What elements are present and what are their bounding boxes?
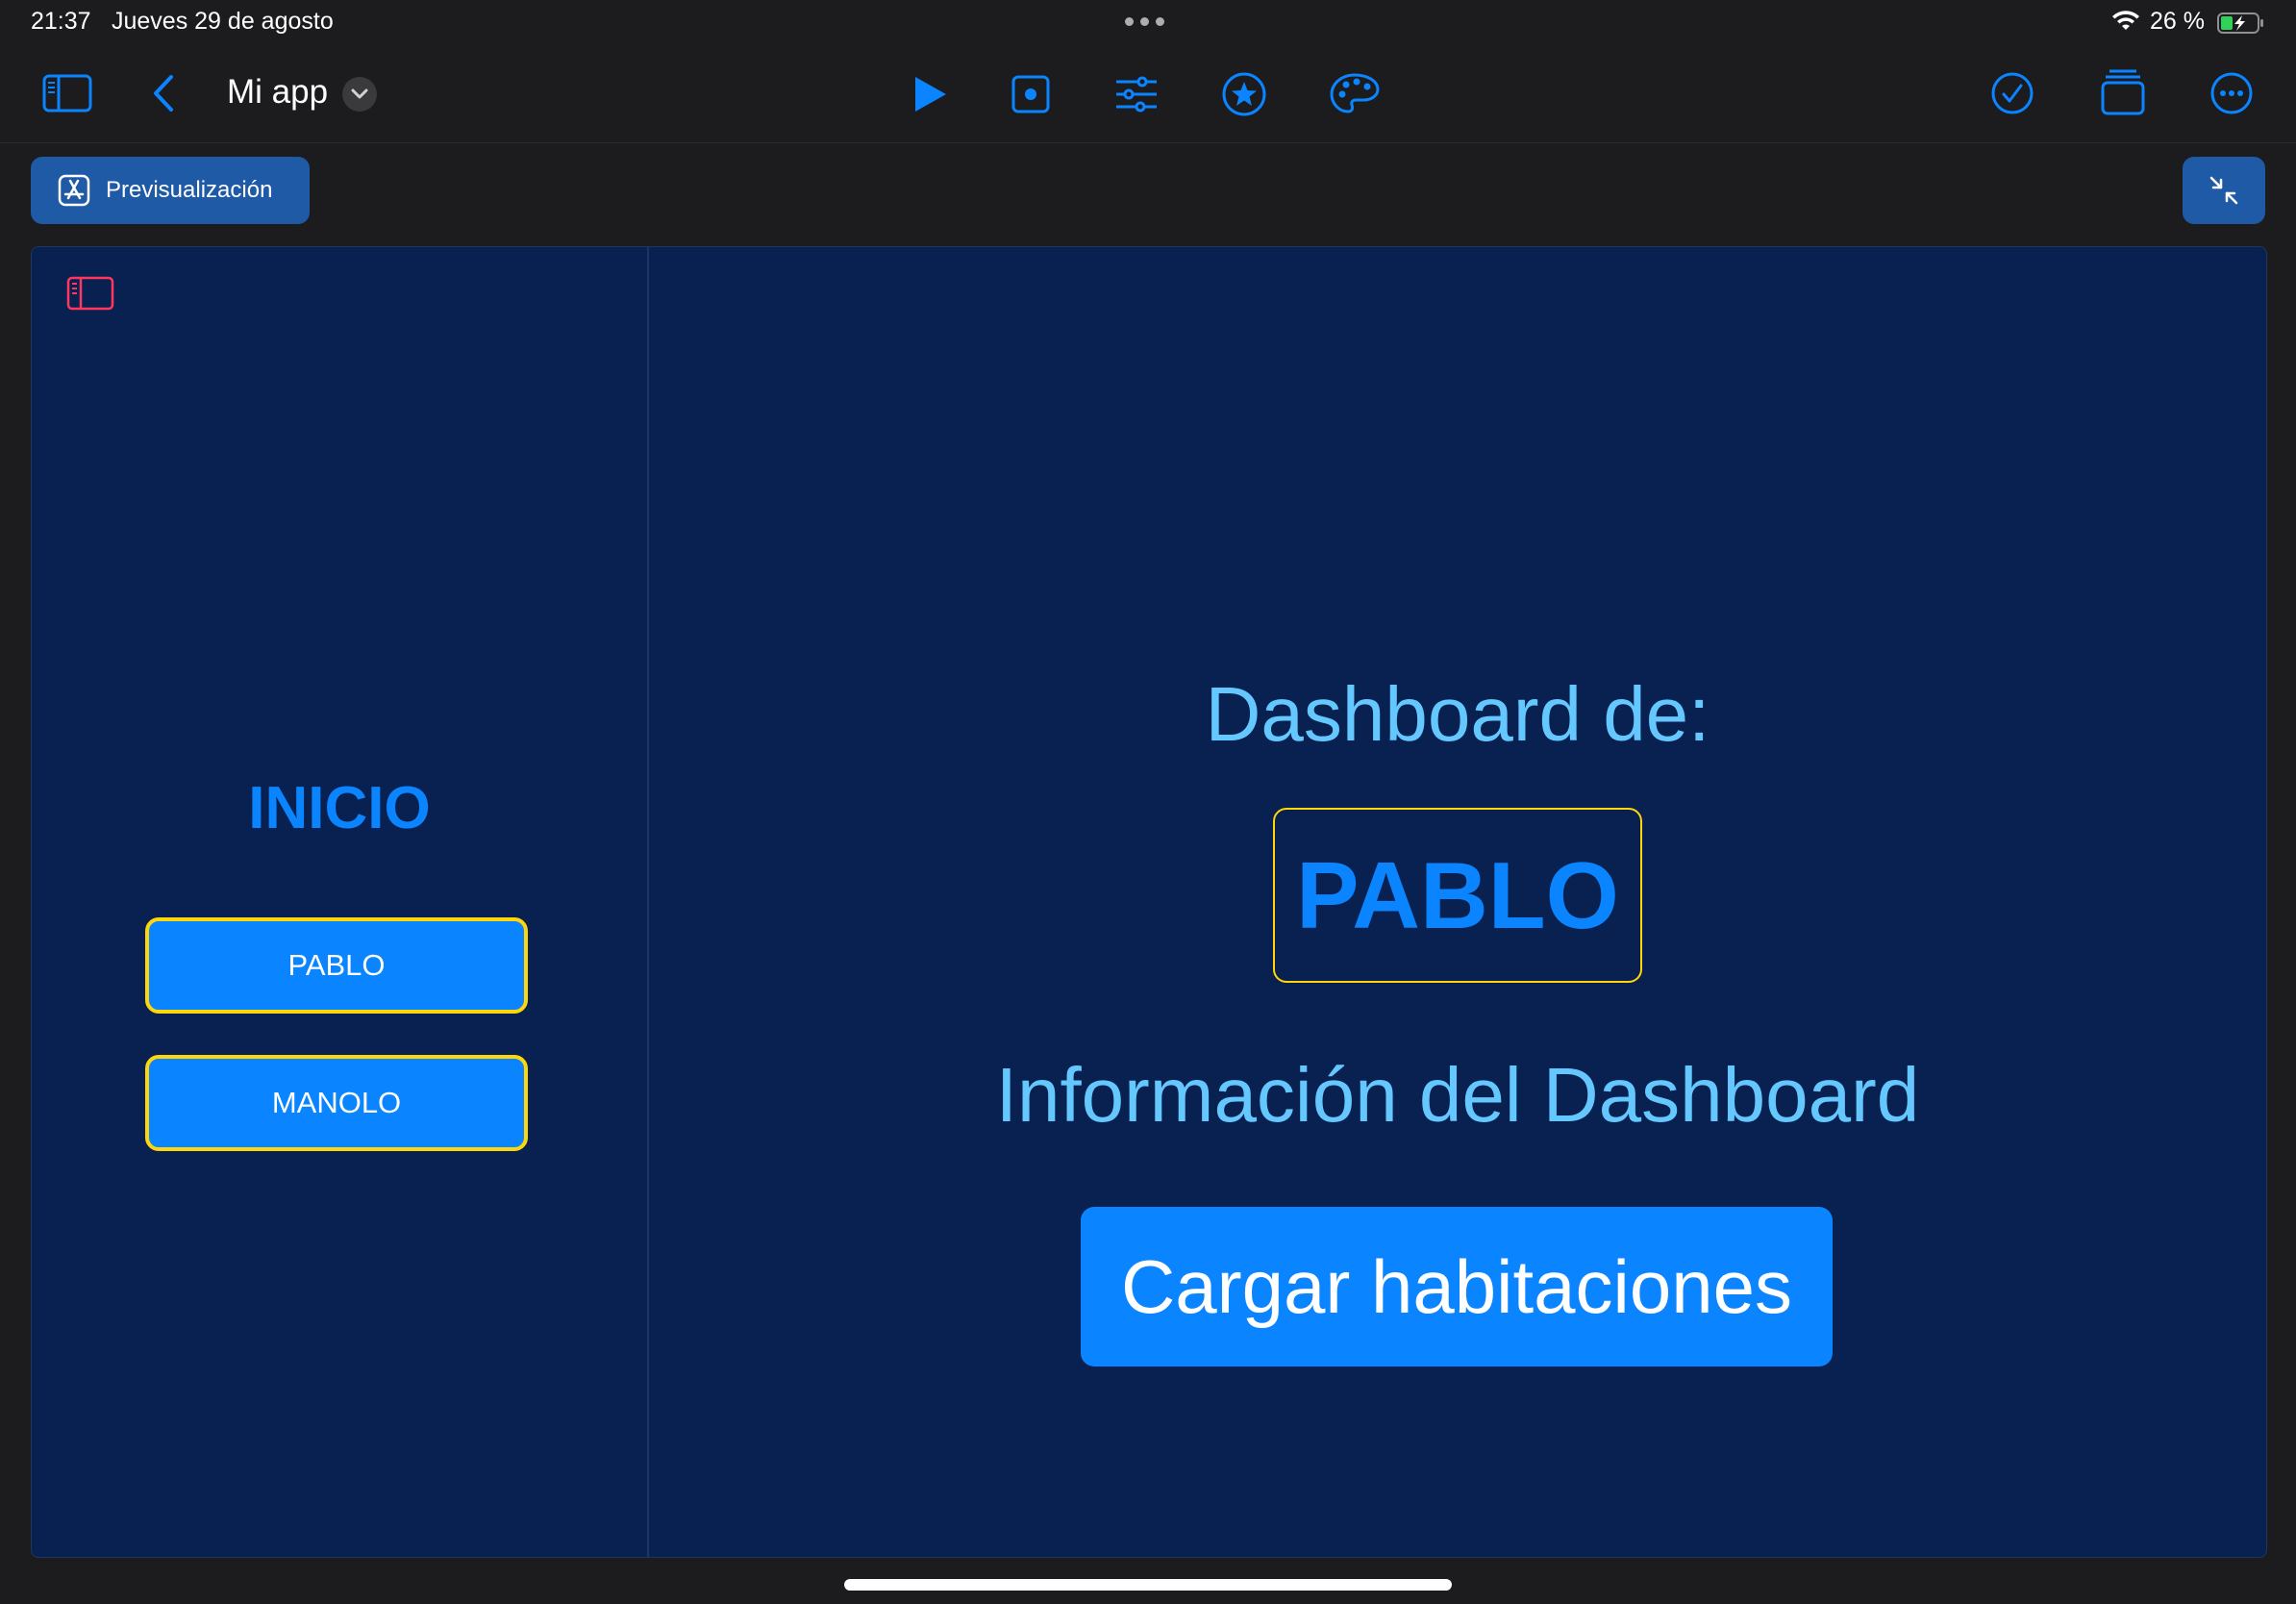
app-title[interactable]: Mi app [227,73,328,112]
collapse-preview-button[interactable] [2183,157,2265,224]
dashboard-detail: Dashboard de: PABLO Información del Dash… [649,247,2266,1557]
sliders-icon[interactable] [1113,73,1160,115]
checkmark-icon[interactable] [1990,71,2034,115]
sidebar-heading: INICIO [248,775,431,841]
dashboard-title: Dashboard de: [1205,671,1710,757]
record-icon[interactable] [1010,73,1052,115]
back-chevron-icon[interactable] [150,73,179,113]
dashboard-info: Información del Dashboard [995,1052,1920,1138]
wifi-icon [2112,11,2139,30]
battery-percent: 26 % [2150,8,2205,35]
home-indicator[interactable] [844,1579,1452,1591]
app-preview-canvas: INICIO PABLO MANOLO Dashboard de: PABLO … [31,246,2267,1558]
selected-user-box: PABLO [1273,808,1642,983]
preview-button[interactable]: Previsualización [31,157,310,224]
preview-label: Previsualización [106,177,273,203]
multitasking-dots-icon[interactable] [1125,17,1164,26]
collapse-arrows-icon [2209,176,2238,205]
status-bar: 21:37 Jueves 29 de agosto 26 % [0,0,2296,46]
title-dropdown-icon[interactable] [342,77,377,112]
selected-user-name: PABLO [1296,841,1619,948]
editor-toolbar: Mi app [0,46,2296,143]
play-icon[interactable] [908,73,950,115]
user-button-manolo[interactable]: MANOLO [145,1055,528,1151]
star-icon[interactable] [1221,71,1267,117]
app-store-icon [58,174,90,207]
more-icon[interactable] [2209,71,2254,115]
user-button-pablo[interactable]: PABLO [145,917,528,1014]
app-sidebar: INICIO PABLO MANOLO [32,247,649,1557]
load-rooms-button[interactable]: Cargar habitaciones [1081,1207,1833,1366]
ipad-screen: 21:37 Jueves 29 de agosto 26 % Mi app Pr… [0,0,2296,1604]
battery-charging-icon [2217,13,2263,34]
palette-icon[interactable] [1329,71,1381,117]
sidebar-toggle-icon[interactable] [66,276,114,311]
stack-icon[interactable] [2100,67,2146,117]
status-time: 21:37 [31,8,91,35]
sidebar-icon[interactable] [42,73,92,113]
status-date: Jueves 29 de agosto [112,8,334,35]
